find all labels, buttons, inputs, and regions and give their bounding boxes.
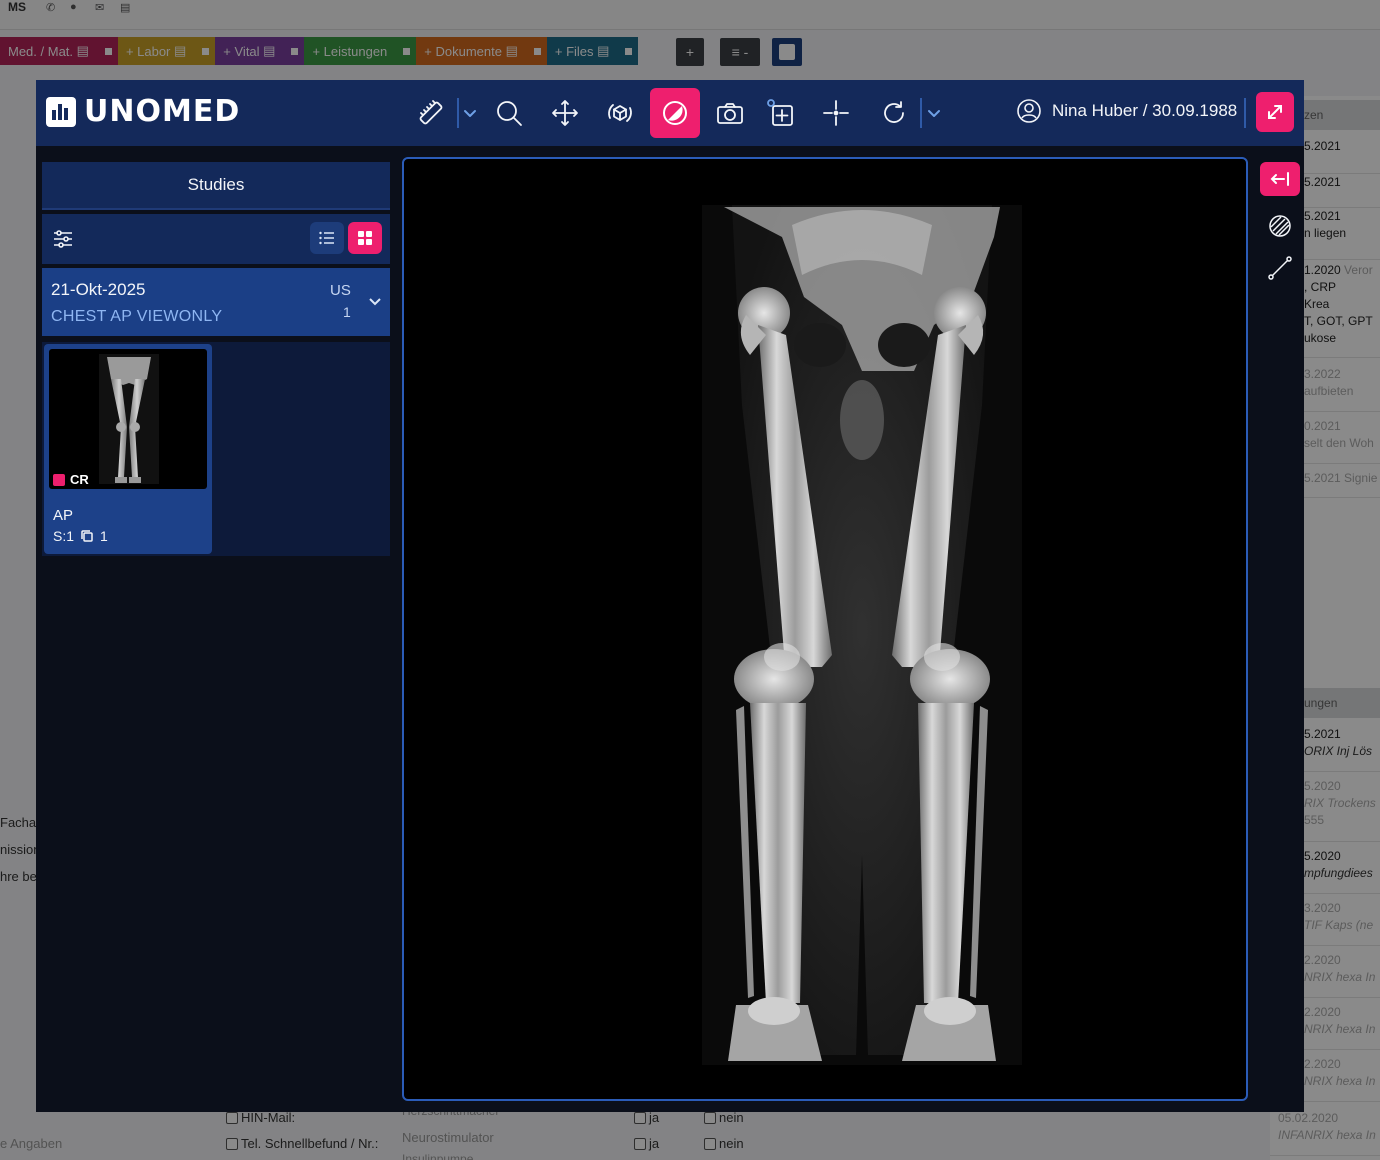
series-modality: CR bbox=[70, 472, 89, 487]
hatch-overlay-icon bbox=[1269, 215, 1291, 237]
measure-ruler-icon bbox=[419, 100, 443, 125]
unomed-logo: UNOMED bbox=[46, 97, 240, 127]
sliders-icon bbox=[54, 230, 72, 248]
pan-button[interactable] bbox=[543, 92, 587, 134]
studies-filter-bar bbox=[42, 214, 390, 264]
series-modality-badge: CR bbox=[53, 472, 89, 487]
more-tools-dropdown[interactable] bbox=[923, 92, 945, 134]
filter-settings-button[interactable] bbox=[52, 228, 74, 250]
list-view-button[interactable] bbox=[310, 222, 344, 254]
viewer-toolbar: UNOMED Nina Huber / 30.09.1988 bbox=[36, 80, 1304, 146]
study-date: 21-Okt-2025 bbox=[51, 280, 146, 299]
patient-info: Nina Huber / 30.09.1988 bbox=[1016, 98, 1237, 124]
collapse-panel-button[interactable] bbox=[1260, 162, 1300, 196]
xray-image bbox=[702, 205, 1022, 1065]
reset-button[interactable] bbox=[872, 92, 916, 134]
measure-dropdown[interactable] bbox=[459, 92, 481, 134]
thumbnail-xray-image bbox=[99, 354, 159, 484]
collapse-panel-icon bbox=[1270, 172, 1289, 186]
series-description: AP bbox=[53, 507, 74, 524]
overlay-toggle-button[interactable] bbox=[1266, 212, 1294, 240]
add-frame-icon bbox=[767, 99, 793, 126]
line-tool-icon bbox=[1268, 256, 1292, 280]
grid-view-button[interactable] bbox=[348, 222, 382, 254]
series-thumbnail-card[interactable]: CR AP S:1 1 bbox=[44, 344, 212, 554]
chevron-down-icon bbox=[928, 110, 940, 117]
series-instance-count: 1 bbox=[100, 528, 108, 544]
patient-name: Nina Huber / 30.09.1988 bbox=[1052, 101, 1238, 120]
modality-color-swatch bbox=[53, 473, 65, 486]
crosshair-button[interactable] bbox=[814, 92, 858, 134]
series-number: S:1 bbox=[53, 528, 75, 544]
brand-name: UNOMED bbox=[84, 94, 241, 129]
studies-header: Studies bbox=[42, 162, 390, 210]
grid-icon bbox=[358, 231, 372, 245]
zoom-button[interactable] bbox=[487, 92, 531, 134]
reset-icon bbox=[884, 101, 904, 123]
unomed-logo-icon bbox=[46, 97, 76, 127]
study-expand-toggle[interactable] bbox=[368, 294, 382, 308]
pan-icon bbox=[552, 100, 578, 126]
study-series-count: 1 bbox=[343, 304, 351, 320]
study-description: CHEST AP VIEWONLY bbox=[51, 308, 223, 325]
camera-icon bbox=[717, 103, 743, 124]
chevron-down-icon bbox=[369, 298, 381, 306]
window-level-icon bbox=[663, 101, 687, 125]
user-icon bbox=[1017, 99, 1041, 123]
chevron-down-icon bbox=[464, 110, 476, 117]
image-viewport[interactable] bbox=[402, 157, 1248, 1101]
line-tool-button[interactable] bbox=[1266, 254, 1294, 282]
toolbar-separator bbox=[920, 98, 922, 128]
list-icon bbox=[319, 231, 334, 245]
stack-icon bbox=[81, 530, 93, 542]
rotate-3d-icon bbox=[608, 104, 632, 122]
expand-icon bbox=[1268, 105, 1282, 119]
rotate-3d-button[interactable] bbox=[598, 92, 642, 134]
expand-button[interactable] bbox=[1256, 92, 1294, 132]
add-frame-button[interactable] bbox=[758, 92, 802, 134]
zoom-icon bbox=[497, 101, 522, 126]
measure-ruler-button[interactable] bbox=[409, 92, 453, 134]
study-modality: US bbox=[330, 282, 351, 299]
dicom-viewer: UNOMED Nina Huber / 30.09.1988 Studies 2… bbox=[36, 80, 1304, 1112]
window-level-button[interactable] bbox=[650, 88, 700, 138]
snapshot-button[interactable] bbox=[708, 92, 752, 134]
crosshair-icon bbox=[823, 100, 849, 126]
study-item[interactable]: 21-Okt-2025 CHEST AP VIEWONLY US 1 bbox=[42, 268, 390, 336]
series-meta: S:1 1 bbox=[53, 528, 108, 544]
toolbar-separator bbox=[1244, 98, 1246, 128]
series-thumbnail: CR bbox=[49, 349, 207, 489]
